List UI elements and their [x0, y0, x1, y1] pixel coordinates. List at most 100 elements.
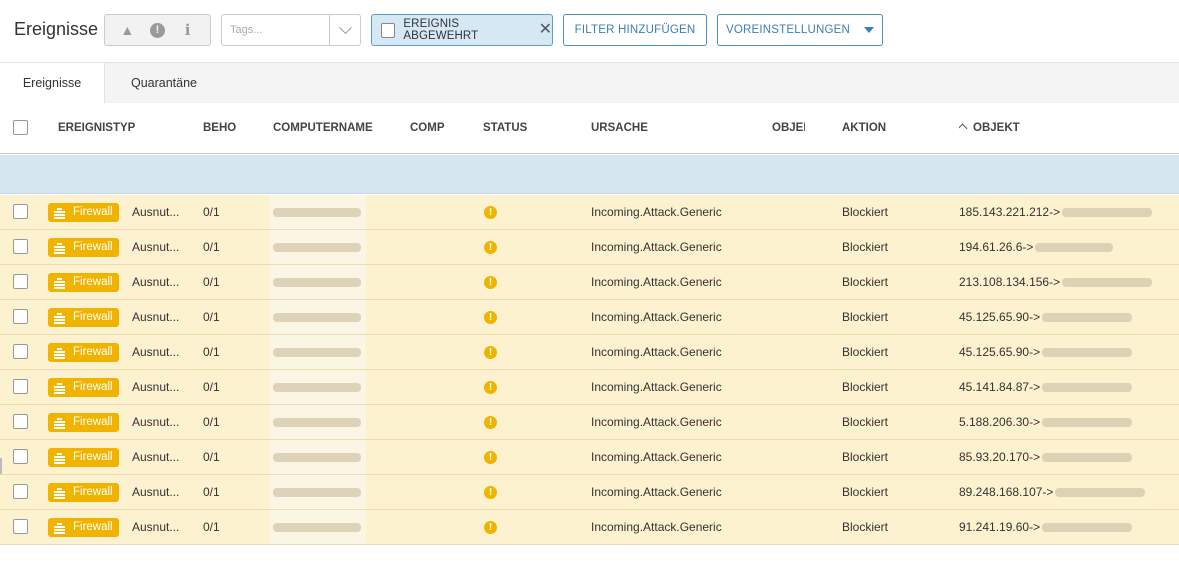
computername-redacted — [270, 230, 366, 264]
table-row[interactable]: Firewall Ausnut... 0/1! Incoming.Attack.Gen… — [0, 195, 1179, 230]
aktion-value: Blockiert — [842, 380, 889, 394]
table-row[interactable]: Firewall Ausnut... 0/1! Incoming.Attack.Gen… — [0, 405, 1179, 440]
event-type-badge: Firewall — [48, 483, 119, 502]
tab-quarantaene[interactable]: Quarantäne — [105, 63, 223, 104]
event-type-label: Firewall — [73, 486, 113, 498]
table-row[interactable]: Firewall Ausnut... 0/1! Incoming.Attack.Gen… — [0, 300, 1179, 335]
objekt-value: 45.141.84.87-> — [959, 370, 1133, 404]
beho-value: 0/1 — [203, 345, 220, 359]
column-header-comp[interactable]: COMP — [410, 103, 446, 154]
tags-dropdown-toggle[interactable] — [329, 15, 360, 45]
event-type-label: Firewall — [73, 311, 113, 323]
select-all-checkbox[interactable] — [13, 120, 28, 135]
objekt-value: 45.125.65.90-> — [959, 300, 1133, 334]
tab-ereignisse[interactable]: Ereignisse — [0, 63, 105, 104]
firewall-icon — [54, 312, 65, 324]
event-type-label: Firewall — [73, 206, 113, 218]
beho-value: 0/1 — [203, 450, 220, 464]
table-row[interactable]: Firewall Ausnut... 0/1! Incoming.Attack.Gen… — [0, 370, 1179, 405]
warning-status-icon: ! — [484, 521, 497, 534]
row-checkbox[interactable] — [13, 379, 28, 394]
table-row[interactable]: Firewall Ausnut... 0/1! Incoming.Attack.Gen… — [0, 335, 1179, 370]
presets-button[interactable]: VOREINSTELLUNGEN — [717, 14, 883, 46]
column-header-status[interactable]: STATUS — [483, 103, 563, 154]
event-detail: Ausnut... — [132, 450, 180, 464]
filter-chip-checkbox[interactable] — [381, 22, 396, 38]
table-row[interactable]: Firewall Ausnut... 0/1! Incoming.Attack.Gen… — [0, 475, 1179, 510]
objekt-value: 5.188.206.30-> — [959, 405, 1133, 439]
chevron-down-icon — [338, 20, 352, 34]
objekt-value: 194.61.26.6-> — [959, 230, 1114, 264]
column-header-ereignistyp[interactable]: EREIGNISTYP — [58, 103, 178, 154]
objekt-value: 45.125.65.90-> — [959, 335, 1133, 369]
firewall-icon — [54, 452, 65, 464]
row-checkbox[interactable] — [13, 309, 28, 324]
column-filter-row[interactable] — [0, 155, 1179, 194]
column-header-ursache[interactable]: URSACHE — [591, 103, 711, 154]
beho-value: 0/1 — [203, 205, 220, 219]
severity-filter-group[interactable]: ▲ ! i — [104, 14, 211, 46]
objekt-target-redacted — [1035, 242, 1114, 252]
row-checkbox[interactable] — [13, 239, 28, 254]
warning-status-icon: ! — [484, 416, 497, 429]
row-checkbox[interactable] — [13, 204, 28, 219]
event-type-badge: Firewall — [48, 413, 119, 432]
beho-value: 0/1 — [203, 275, 220, 289]
row-checkbox[interactable] — [13, 449, 28, 464]
tags-input[interactable] — [222, 15, 330, 45]
table-row[interactable]: Firewall Ausnut... 0/1! Incoming.Attack.Gen… — [0, 440, 1179, 475]
objekt-target-redacted — [1042, 417, 1133, 427]
row-checkbox[interactable] — [13, 484, 28, 499]
column-header-aktion[interactable]: AKTION — [842, 103, 922, 154]
row-checkbox[interactable] — [13, 519, 28, 534]
event-type-badge: Firewall — [48, 343, 119, 362]
table-row[interactable]: Firewall Ausnut... 0/1! Incoming.Attack.Gen… — [0, 510, 1179, 545]
objekt-target-redacted — [1042, 312, 1133, 322]
column-header-objekt[interactable]: OBJEKT — [959, 103, 1099, 154]
computername-redacted — [270, 440, 366, 474]
tab-bar: Ereignisse Quarantäne — [0, 62, 1179, 104]
warning-status-icon: ! — [484, 276, 497, 289]
table-row[interactable]: Firewall Ausnut... 0/1! Incoming.Attack.Gen… — [0, 265, 1179, 300]
info-icon[interactable]: i — [178, 22, 198, 38]
computername-redacted — [270, 370, 366, 404]
ursache-value: Incoming.Attack.Generic — [591, 310, 722, 324]
warning-triangle-icon[interactable]: ▲ — [117, 23, 137, 37]
event-type-label: Firewall — [73, 416, 113, 428]
exclamation-circle-icon[interactable]: ! — [149, 22, 165, 38]
add-filter-button[interactable]: FILTER HINZUFÜGEN — [563, 14, 707, 46]
caret-down-icon — [863, 27, 874, 33]
close-icon[interactable]: ✕ — [539, 22, 552, 38]
event-type-label: Firewall — [73, 381, 113, 393]
resize-handle[interactable] — [0, 458, 2, 474]
table-row[interactable]: Firewall Ausnut... 0/1! Incoming.Attack.Gen… — [0, 230, 1179, 265]
event-type-badge: Firewall — [48, 308, 119, 327]
row-checkbox[interactable] — [13, 344, 28, 359]
column-header-objei[interactable]: OBJEI — [772, 103, 805, 154]
tags-select[interactable] — [221, 14, 361, 46]
column-header-computername[interactable]: COMPUTERNAME — [273, 103, 373, 154]
ursache-value: Incoming.Attack.Generic — [591, 205, 722, 219]
computername-redacted — [270, 510, 366, 544]
column-header-beho[interactable]: BEHO — [203, 103, 237, 154]
computername-redacted — [270, 335, 366, 369]
computername-redacted — [270, 475, 366, 509]
objekt-target-redacted — [1062, 277, 1153, 287]
aktion-value: Blockiert — [842, 240, 889, 254]
ursache-value: Incoming.Attack.Generic — [591, 380, 722, 394]
computername-redacted — [270, 300, 366, 334]
row-checkbox[interactable] — [13, 414, 28, 429]
objekt-target-redacted — [1062, 207, 1153, 217]
ursache-value: Incoming.Attack.Generic — [591, 240, 722, 254]
table-body: Firewall Ausnut... 0/1! Incoming.Attack.Gen… — [0, 195, 1179, 545]
warning-status-icon: ! — [484, 451, 497, 464]
filter-chip-ereignis-abgewehrt[interactable]: EREIGNIS ABGEWEHRT ✕ — [371, 14, 553, 46]
firewall-icon — [54, 242, 65, 254]
event-type-badge: Firewall — [48, 273, 119, 292]
ursache-value: Incoming.Attack.Generic — [591, 415, 722, 429]
beho-value: 0/1 — [203, 380, 220, 394]
beho-value: 0/1 — [203, 485, 220, 499]
event-type-badge: Firewall — [48, 238, 119, 257]
row-checkbox[interactable] — [13, 274, 28, 289]
computername-redacted — [270, 195, 366, 229]
